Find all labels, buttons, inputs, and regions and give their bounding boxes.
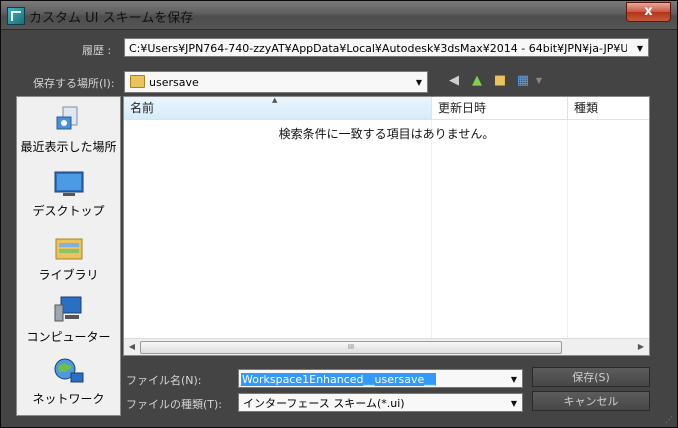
- save-in-value: usersave: [149, 76, 199, 89]
- save-in-label: 保存する場所(I):: [33, 77, 115, 90]
- window-title: カスタム UI スキームを保存: [29, 11, 194, 26]
- chevron-down-icon[interactable]: ▼: [506, 370, 522, 387]
- history-combo[interactable]: C:¥Users¥JPN764-740-zzyAT¥AppData¥Local¥…: [124, 38, 649, 57]
- history-value: C:¥Users¥JPN764-740-zzyAT¥AppData¥Local¥…: [129, 42, 627, 55]
- computer-icon: [53, 295, 85, 325]
- chevron-down-icon[interactable]: ▼: [531, 73, 547, 89]
- column-divider: [567, 120, 568, 340]
- save-button[interactable]: 保存(S): [532, 367, 650, 387]
- scroll-thumb[interactable]: III: [140, 341, 562, 354]
- horizontal-scrollbar[interactable]: ◀ III ▶: [124, 338, 649, 355]
- filetype-label: ファイルの種類(T):: [126, 398, 223, 411]
- history-label: 履歴 :: [82, 44, 112, 57]
- column-header-name[interactable]: 名前 ▲: [124, 96, 431, 120]
- scroll-left-icon[interactable]: ◀: [124, 339, 140, 355]
- recent-places-icon: [53, 105, 85, 135]
- app-icon: [7, 7, 25, 25]
- filetype-value: インターフェース スキーム(*.ui): [243, 397, 405, 410]
- new-folder-icon[interactable]: ■: [492, 73, 508, 89]
- filetype-select[interactable]: インターフェース スキーム(*.ui) ▼: [238, 393, 523, 412]
- places-bar: 最近表示した場所 デスクトップ ライブラリ コンピューター ネットワーク: [16, 96, 121, 416]
- chevron-down-icon[interactable]: ▼: [632, 39, 648, 56]
- back-icon[interactable]: ◀: [446, 73, 462, 89]
- file-list[interactable]: 名前 ▲ 更新日時 種類 検索条件に一致する項目はありません。 ◀ III ▶: [123, 96, 650, 356]
- empty-message: 検索条件に一致する項目はありません。: [278, 127, 495, 141]
- scroll-right-icon[interactable]: ▶: [633, 339, 649, 355]
- chevron-down-icon[interactable]: ▼: [506, 394, 522, 411]
- column-header-date[interactable]: 更新日時: [431, 97, 567, 120]
- filename-value: Workspace1Enhanced__usersave__: [241, 373, 437, 386]
- up-folder-icon[interactable]: ▲: [469, 73, 485, 89]
- save-ui-scheme-dialog: カスタム UI スキームを保存 x 履歴 : C:¥Users¥JPN764-7…: [0, 0, 678, 428]
- view-menu-icon[interactable]: ▦: [515, 73, 531, 89]
- desktop-icon: [53, 169, 85, 199]
- cancel-button[interactable]: キャンセル: [532, 391, 650, 411]
- filename-input[interactable]: Workspace1Enhanced__usersave__ ▼: [238, 369, 523, 388]
- folder-icon: [130, 75, 145, 88]
- network-icon: [53, 357, 85, 387]
- column-header-type[interactable]: 種類: [567, 97, 649, 120]
- column-divider: [431, 120, 432, 340]
- title-bar[interactable]: カスタム UI スキームを保存 x: [1, 1, 677, 30]
- sort-up-icon: ▲: [272, 96, 278, 104]
- resize-grip-icon[interactable]: ⋰: [665, 415, 675, 425]
- filename-label: ファイル名(N):: [126, 374, 202, 387]
- chevron-down-icon[interactable]: ▼: [411, 72, 427, 92]
- close-button[interactable]: x: [626, 2, 671, 22]
- libraries-icon: [53, 233, 85, 263]
